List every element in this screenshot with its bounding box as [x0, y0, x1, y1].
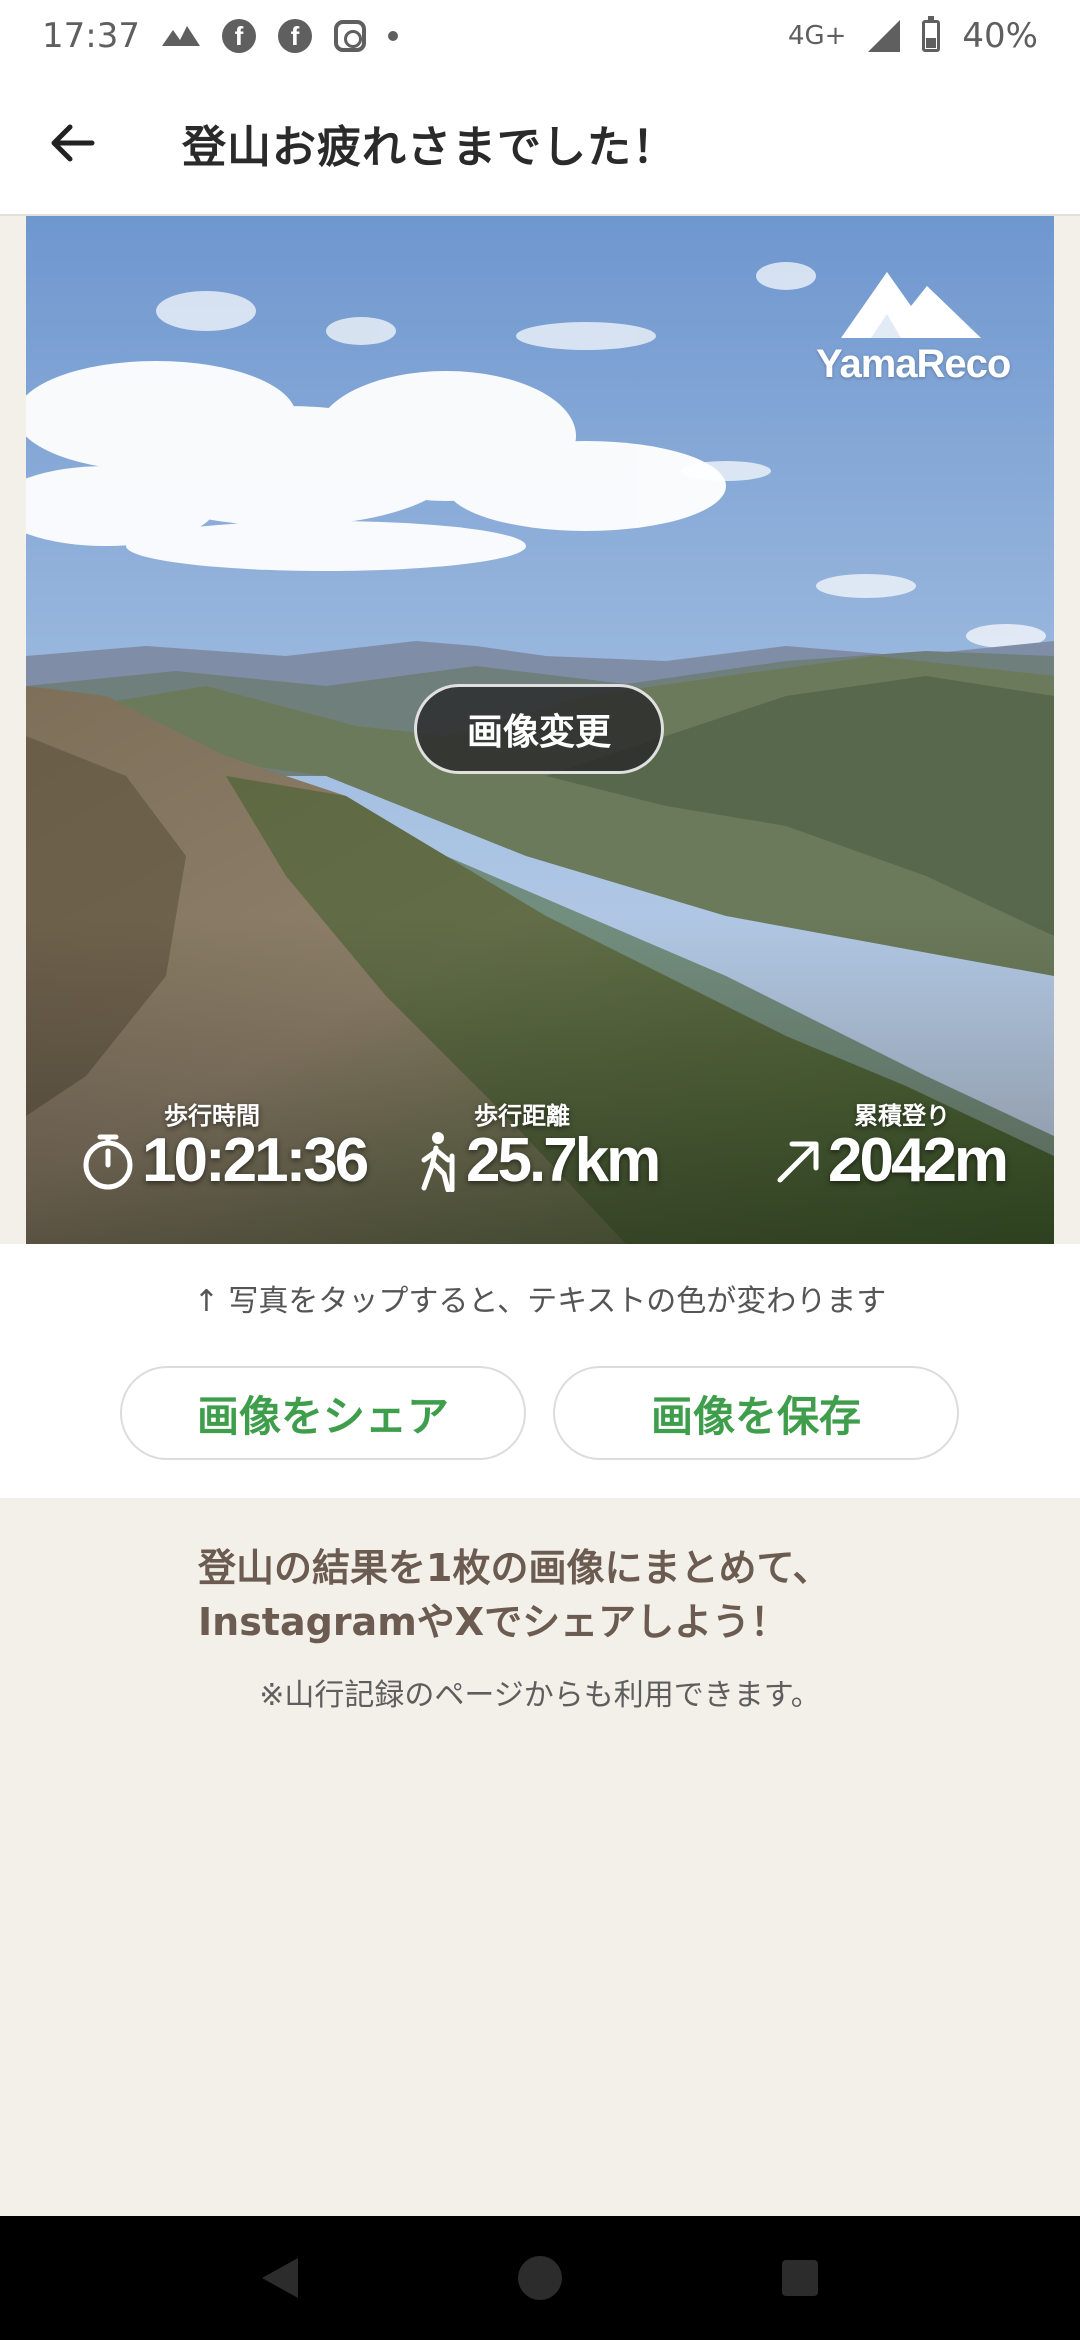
brand-name: YamaReco [816, 342, 1011, 386]
tap-hint-text: ↑ 写真をタップすると、テキストの色が変わります [193, 1284, 887, 1319]
more-dot-icon [387, 31, 398, 41]
signal-icon [868, 20, 901, 52]
status-bar: 17:37 f f 4G+ 40% [0, 0, 1080, 72]
status-right: 4G+ 40% [788, 16, 1038, 56]
stat-value: 10:21:36 [142, 1126, 369, 1195]
square-recents-icon [782, 2260, 818, 2296]
app-bar: 登山お疲れさまでした！ [0, 72, 1080, 216]
stat-value: 25.7km [466, 1126, 661, 1195]
stat-row: 10:21:36 [80, 1126, 369, 1195]
back-button[interactable] [20, 91, 124, 195]
battery-fill [926, 37, 937, 48]
promo-line-1: 登山の結果を1枚の画像にまとめて、 [198, 1546, 831, 1590]
circle-home-icon [518, 2256, 562, 2300]
status-left: 17:37 f f [42, 16, 398, 56]
nav-recents-button[interactable] [768, 2246, 832, 2310]
share-image-button[interactable]: 画像をシェア [120, 1366, 526, 1460]
yamareco-logo: YamaReco [816, 266, 1011, 387]
promo-text: 登山の結果を1枚の画像にまとめて、 InstagramやXでシェアしよう！ [198, 1542, 958, 1650]
facebook-icon: f [277, 19, 312, 53]
network-type: 4G+ [787, 21, 847, 51]
info-area: 登山の結果を1枚の画像にまとめて、 InstagramやXでシェアしよう！ ※山… [0, 1498, 1080, 2216]
stat-value: 2042m [828, 1126, 1009, 1195]
battery-percent: 40% [962, 16, 1038, 56]
navigation-bar [0, 2216, 1080, 2340]
triangle-back-icon [262, 2258, 298, 2298]
instagram-icon [333, 20, 366, 52]
stopwatch-icon [80, 1131, 136, 1191]
stat-row: 25.7km [418, 1126, 661, 1195]
save-image-button[interactable]: 画像を保存 [553, 1366, 959, 1460]
facebook-icon: f [221, 19, 256, 53]
change-image-button[interactable]: 画像変更 [414, 684, 664, 774]
nav-home-button[interactable] [508, 2246, 572, 2310]
result-image-card[interactable]: YamaReco 画像変更 歩行時間 10:21:36 歩行距離 25.7km … [26, 216, 1054, 1244]
hiker-icon [418, 1130, 460, 1192]
yamap-icon [161, 24, 200, 48]
nav-back-button[interactable] [248, 2246, 312, 2310]
page-title: 登山お疲れさまでした！ [182, 122, 677, 173]
arrow-up-right-icon [774, 1136, 822, 1186]
stat-row: 2042m [774, 1126, 1009, 1195]
arrow-left-icon [51, 124, 95, 162]
action-area: ↑ 写真をタップすると、テキストの色が変わります 画像をシェア 画像を保存 [0, 1244, 1080, 1498]
battery-icon [922, 16, 941, 52]
promo-line-2: InstagramやXでシェアしよう！ [198, 1599, 789, 1644]
status-time: 17:37 [42, 16, 140, 56]
note-text: ※山行記録のページからも利用できます。 [259, 1678, 821, 1713]
mountain-logo-icon [841, 272, 981, 338]
